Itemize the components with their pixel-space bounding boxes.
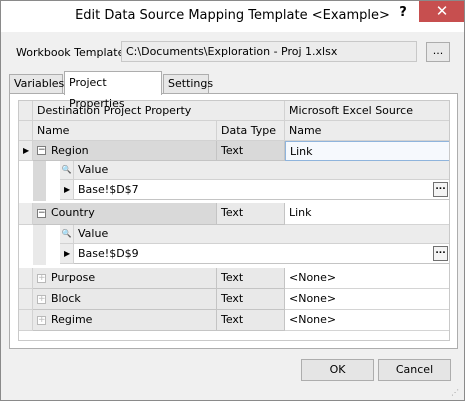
detail-row-selector[interactable]: ▶ — [60, 244, 74, 264]
workbook-template-field[interactable]: C:\Documents\Exploration - Proj 1.xlsx — [121, 41, 417, 62]
row-regime-source[interactable]: <None> — [285, 310, 449, 331]
detail-value-cell[interactable]: Base!$D$7 ... — [74, 180, 449, 200]
ok-label: OK — [329, 363, 346, 376]
tab-settings[interactable]: Settings — [163, 74, 213, 94]
search-icon[interactable]: 🔍 — [60, 225, 74, 244]
close-button[interactable]: ✕ — [419, 1, 464, 22]
expand-icon[interactable]: + — [37, 295, 46, 304]
mapping-grid: Destination Project Property Microsoft E… — [18, 100, 450, 341]
row-block-data-type: Text — [217, 289, 285, 310]
column-header-data-type[interactable]: Data Type — [217, 121, 285, 141]
row-selector[interactable] — [19, 289, 33, 310]
search-icon[interactable]: 🔍 — [60, 161, 74, 180]
country-detail-panel: 🔍 Value ▶ Base!$D$9 ... — [33, 225, 449, 265]
row-selector[interactable]: ▶ — [19, 141, 33, 161]
row-block-source[interactable]: <None> — [285, 289, 449, 310]
row-country-data-type: Text — [217, 203, 285, 225]
ellipsis-button[interactable]: ... — [433, 182, 448, 197]
source-group-header: Microsoft Excel Source — [285, 101, 449, 121]
detail-value-cell[interactable]: Base!$D$9 ... — [74, 244, 449, 264]
cancel-button[interactable]: Cancel — [378, 359, 451, 381]
browse-button[interactable]: ... — [426, 42, 450, 62]
dialog-window: Edit Data Source Mapping Template <Examp… — [0, 0, 465, 401]
row-purpose-name[interactable]: Purpose — [33, 268, 217, 289]
row-regime-name[interactable]: Regime — [33, 310, 217, 331]
title-bar: Edit Data Source Mapping Template <Examp… — [1, 1, 464, 32]
detail-row-selector[interactable]: ▶ — [60, 180, 74, 200]
row-country-source[interactable]: Link — [285, 203, 449, 225]
tab-project-properties[interactable]: Project Properties — [64, 71, 162, 110]
row-regime-data-type: Text — [217, 310, 285, 331]
grid-corner — [19, 101, 33, 121]
current-row-arrow-icon: ▶ — [64, 185, 71, 194]
detail-value-text: Base!$D$7 — [78, 183, 139, 196]
detail-value-text: Base!$D$9 — [78, 247, 139, 260]
row-selector[interactable] — [19, 268, 33, 289]
tab-variables[interactable]: Variables — [9, 74, 64, 94]
row-region-name[interactable]: Region — [33, 141, 217, 161]
expand-icon[interactable]: + — [37, 316, 46, 325]
row-purpose-source[interactable]: <None> — [285, 268, 449, 289]
region-detail-panel: 🔍 Value ▶ Base!$D$7 ... — [33, 161, 449, 201]
expand-icon[interactable]: + — [37, 274, 46, 283]
current-row-arrow-icon: ▶ — [23, 146, 30, 155]
collapse-icon[interactable]: − — [37, 209, 46, 218]
close-icon: ✕ — [435, 2, 449, 20]
collapse-icon[interactable]: − — [37, 146, 46, 155]
row-region-source[interactable]: Link — [285, 141, 449, 161]
row-block-name[interactable]: Block — [33, 289, 217, 310]
ok-button[interactable]: OK — [301, 359, 374, 381]
row-purpose-data-type: Text — [217, 268, 285, 289]
row-selector[interactable] — [19, 203, 33, 225]
help-button[interactable]: ? — [394, 5, 412, 25]
column-header-name[interactable]: Name — [33, 121, 217, 141]
workbook-template-label: Workbook Template: — [16, 46, 129, 59]
resize-grip-icon[interactable]: ⋰ — [451, 388, 459, 397]
row-selector[interactable] — [19, 310, 33, 331]
detail-header-value[interactable]: Value — [74, 225, 449, 244]
row-region-data-type: Text — [217, 141, 285, 161]
row-country-name[interactable]: Country — [33, 203, 217, 225]
grid-corner — [19, 121, 33, 141]
ellipsis-button[interactable]: ... — [433, 246, 448, 261]
detail-header-value[interactable]: Value — [74, 161, 449, 180]
current-row-arrow-icon: ▶ — [64, 249, 71, 258]
cancel-label: Cancel — [395, 363, 434, 376]
column-header-source-name[interactable]: Name — [285, 121, 449, 141]
